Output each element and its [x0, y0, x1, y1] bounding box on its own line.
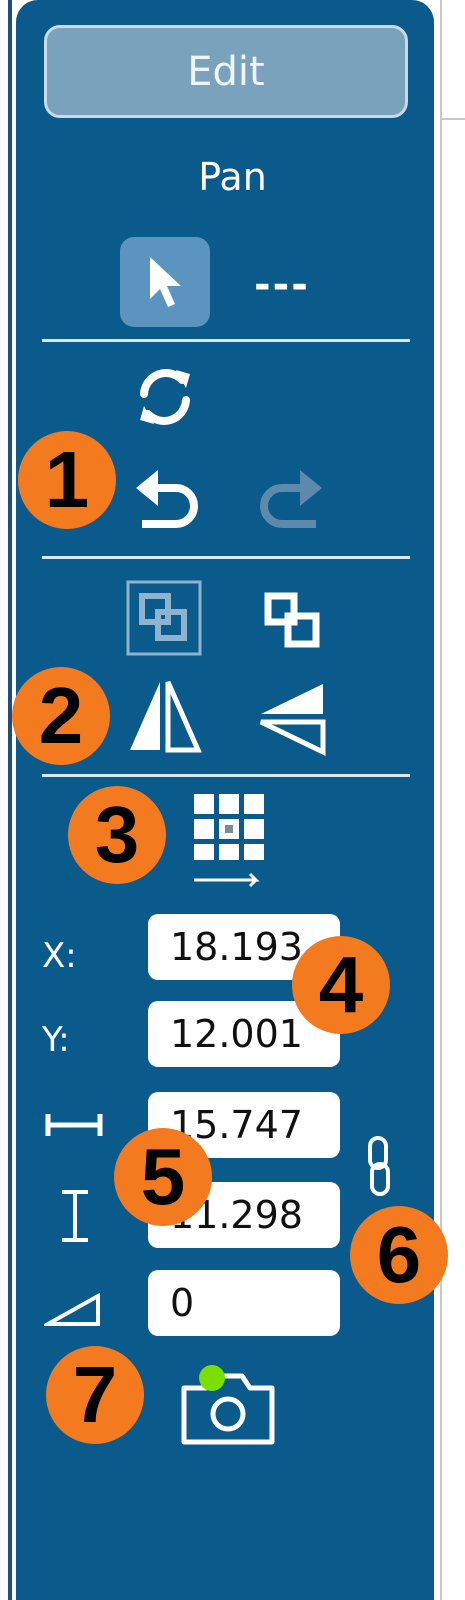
- alignment-grid-icon[interactable]: [190, 790, 268, 896]
- divider: [42, 556, 410, 559]
- redo-icon[interactable]: [252, 468, 326, 534]
- divider: [42, 339, 410, 342]
- callout-badge-7: 7: [46, 1346, 144, 1444]
- canvas-edge: [440, 0, 465, 1600]
- divider: [42, 774, 410, 777]
- y-label: Y:: [42, 1020, 70, 1060]
- angle-icon: [44, 1292, 100, 1326]
- undo-icon[interactable]: [132, 468, 206, 534]
- callout-badge-2: 2: [12, 667, 110, 765]
- callout-badge-1: 1: [18, 431, 116, 529]
- callout-badge-3: 3: [68, 786, 166, 884]
- left-border: [0, 0, 12, 1600]
- callout-badge-5: 5: [114, 1128, 212, 1226]
- flip-horizontal-icon[interactable]: [124, 678, 204, 754]
- pan-label[interactable]: Pan: [0, 155, 465, 199]
- height-icon: [62, 1190, 88, 1242]
- callout-badge-6: 6: [350, 1206, 448, 1304]
- line-style-button[interactable]: ---: [254, 262, 310, 308]
- edit-button[interactable]: Edit: [44, 25, 408, 118]
- chain-link-icon[interactable]: [364, 1134, 394, 1200]
- select-tool-button[interactable]: [120, 237, 210, 327]
- width-icon: [45, 1114, 103, 1136]
- x-label: X:: [42, 936, 77, 976]
- bring-to-front-icon[interactable]: [126, 580, 202, 656]
- send-to-back-icon[interactable]: [262, 590, 324, 650]
- arrow-pointer-icon: [150, 257, 181, 307]
- angle-input[interactable]: 0: [148, 1270, 340, 1336]
- flip-vertical-icon[interactable]: [255, 680, 329, 756]
- callout-badge-4: 4: [292, 936, 390, 1034]
- refresh-icon[interactable]: [130, 362, 200, 432]
- camera-icon[interactable]: [176, 1360, 280, 1450]
